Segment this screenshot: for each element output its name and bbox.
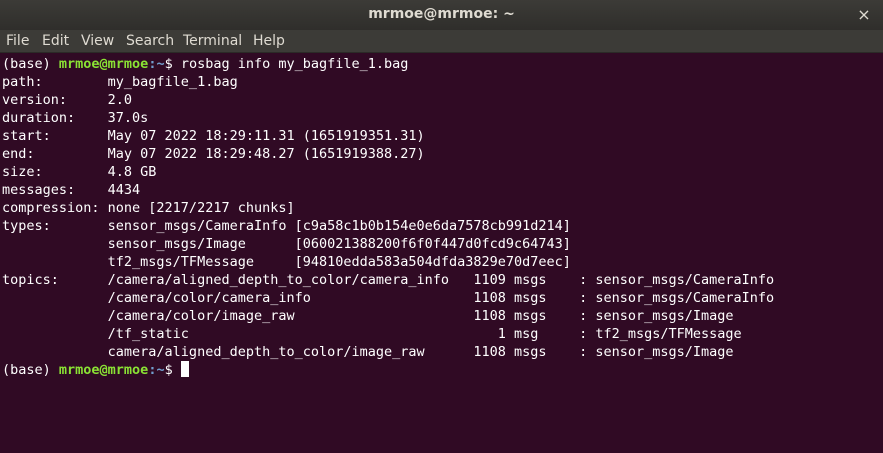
menu-edit[interactable]: Edit [42,33,69,49]
output-line: types: sensor_msgs/CameraInfo [c9a58c1b0… [2,218,571,234]
terminal-window: mrmoe@mrmoe: ~ × File Edit View Search T… [0,0,883,453]
menu-bar: File Edit View Search Terminal Help [0,30,883,53]
output-line: version: 2.0 [2,92,133,108]
prompt-user-host: mrmoe@mrmoe [58,56,149,72]
output-line: messages: 4434 [2,182,141,198]
window-title: mrmoe@mrmoe: ~ [368,6,515,22]
output-line: size: 4.8 GB [2,164,157,180]
output-line: camera/aligned_depth_to_color/image_raw … [2,344,734,360]
output-line: /camera/color/image_raw 1108 msgs : sens… [2,308,734,324]
prompt-symbol: $ [164,362,181,378]
output-line: sensor_msgs/Image [060021388200f6f0f447d… [2,236,571,252]
close-button[interactable]: × [855,6,873,24]
output-line: duration: 37.0s [2,110,149,126]
prompt-env: (base) [2,56,59,72]
menu-search[interactable]: Search [126,33,174,49]
output-line: compression: none [2217/2217 chunks] [2,200,295,216]
text-cursor [180,361,189,377]
output-line: topics: /camera/aligned_depth_to_color/c… [2,272,775,288]
output-line: /camera/color/camera_info 1108 msgs : se… [2,290,775,306]
output-line: start: May 07 2022 18:29:11.31 (16519193… [2,128,425,144]
terminal-area[interactable]: (base) mrmoe@mrmoe:~$ rosbag info my_bag… [0,53,883,453]
menu-file[interactable]: File [6,33,29,49]
prompt-path: :~ [148,362,165,378]
output-line: path: my_bagfile_1.bag [2,74,238,90]
menu-terminal[interactable]: Terminal [183,33,242,49]
command-text: rosbag info my_bagfile_1.bag [180,56,409,72]
title-bar[interactable]: mrmoe@mrmoe: ~ × [0,0,883,30]
current-prompt-line[interactable]: (base) mrmoe@mrmoe:~$ [2,361,883,379]
menu-view[interactable]: View [81,33,114,49]
output-line: tf2_msgs/TFMessage [94810edda583a504dfda… [2,254,571,270]
prompt-symbol: $ [164,56,181,72]
output-line: /tf_static 1 msg : tf2_msgs/TFMessage [2,326,742,342]
output-line: end: May 07 2022 18:29:48.27 (1651919388… [2,146,425,162]
menu-help[interactable]: Help [253,33,285,49]
prompt-user-host: mrmoe@mrmoe [58,362,149,378]
prompt-env: (base) [2,362,59,378]
command-line: (base) mrmoe@mrmoe:~$ rosbag info my_bag… [2,55,883,73]
prompt-path: :~ [148,56,165,72]
